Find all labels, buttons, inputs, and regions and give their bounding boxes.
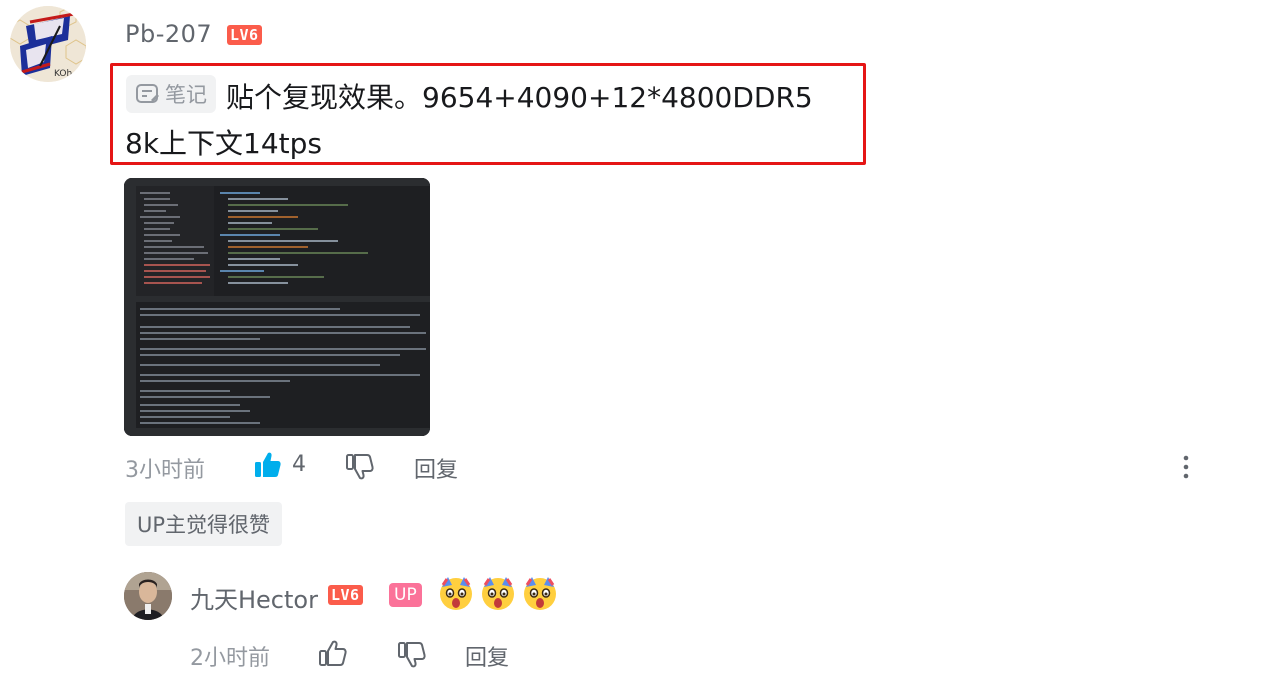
more-options-button[interactable] — [1175, 453, 1197, 481]
replier-avatar[interactable] — [124, 572, 172, 620]
up-liked-tag: UP主觉得很赞 — [125, 502, 283, 546]
comment-text-line1: 贴个复现效果。9654+4090+12*4800DDR5 — [226, 81, 813, 114]
up-badge: UP — [389, 583, 422, 607]
comment-image-thumbnail[interactable] — [124, 178, 430, 436]
note-tag-label: 笔记 — [165, 83, 207, 107]
more-vertical-icon — [1183, 455, 1189, 479]
shocked-emoji-icon — [524, 577, 556, 610]
reply-button[interactable]: 回复 — [414, 452, 458, 484]
like-button[interactable] — [253, 450, 283, 480]
commenter-avatar[interactable]: KOh — [10, 6, 86, 82]
reply-dislike-button[interactable] — [397, 640, 427, 670]
level-badge: LV6 — [227, 25, 262, 45]
emoji-group — [436, 573, 560, 613]
commenter-username[interactable]: Pb-207 — [125, 20, 212, 48]
reply-reply-button[interactable]: 回复 — [465, 640, 509, 672]
note-icon — [136, 84, 159, 103]
like-count: 4 — [292, 452, 306, 477]
comment-text-line2: 8k上下文14tps — [125, 127, 322, 160]
svg-text:KOh: KOh — [54, 69, 72, 79]
reply-timestamp: 2小时前 — [190, 646, 270, 671]
shocked-emoji-icon — [440, 577, 472, 610]
note-tag[interactable]: 笔记 — [126, 75, 216, 113]
thumbs-up-icon — [255, 452, 281, 477]
thumbs-up-icon — [319, 640, 347, 666]
level-badge: LV6 — [328, 585, 363, 605]
shocked-emoji-icon — [482, 577, 514, 610]
dislike-button[interactable] — [345, 452, 375, 482]
comment-timestamp: 3小时前 — [125, 458, 205, 483]
thumbs-down-icon — [398, 642, 426, 668]
thumbs-down-icon — [346, 454, 374, 480]
replier-username[interactable]: 九天Hector — [190, 580, 318, 615]
reply-like-button[interactable] — [318, 638, 348, 668]
